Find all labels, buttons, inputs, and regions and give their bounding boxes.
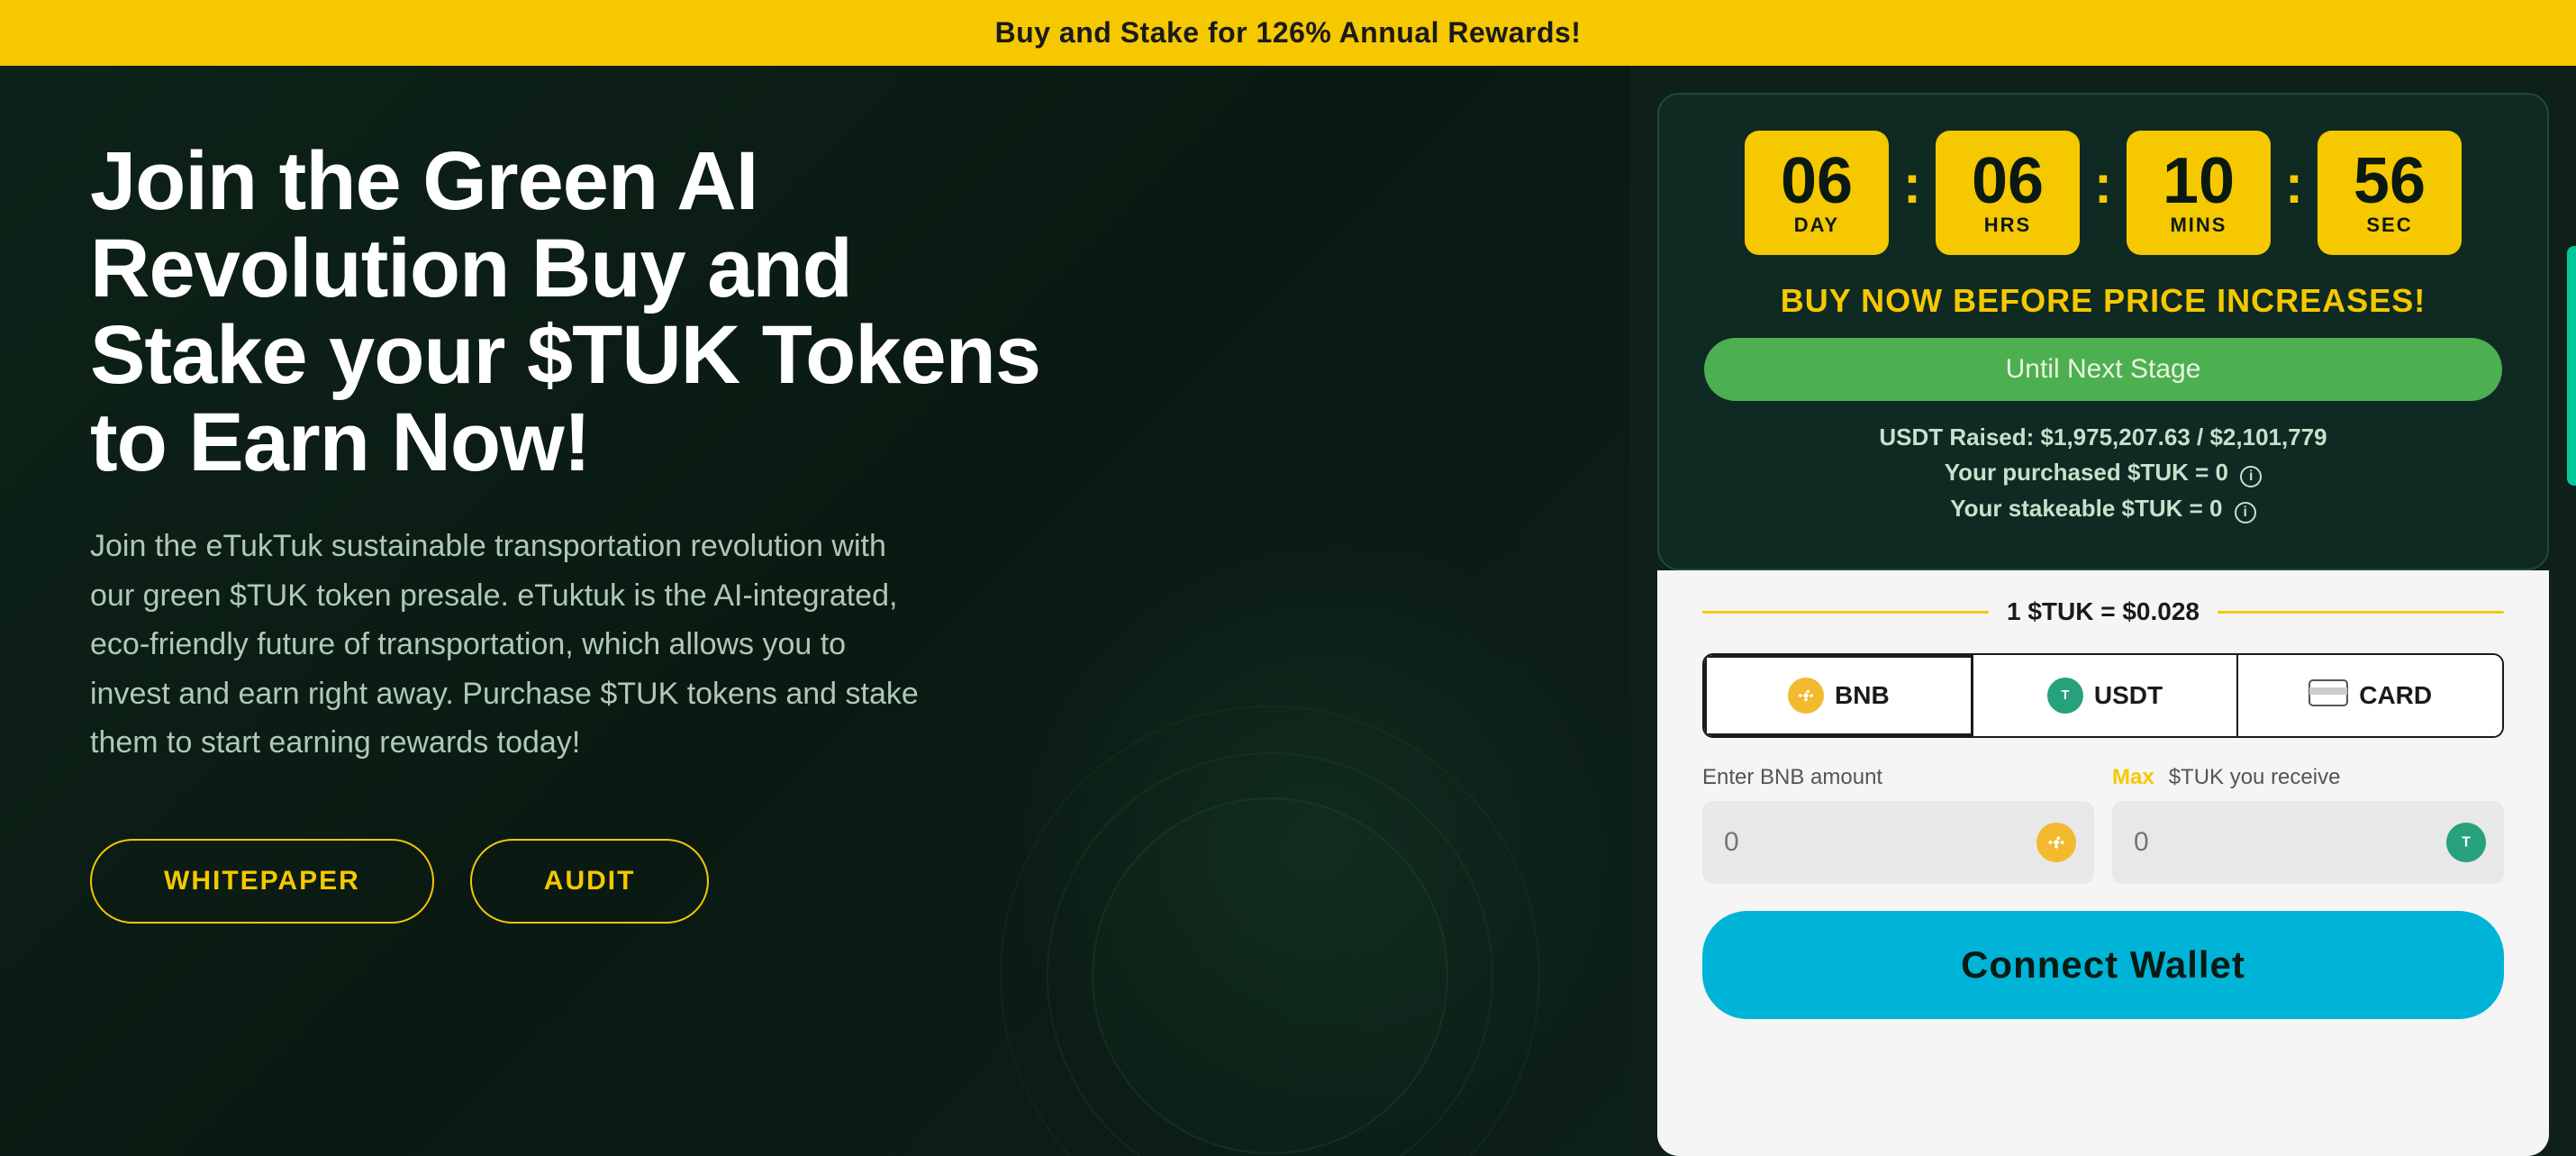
bnb-input-icon [2036,823,2076,862]
countdown-secs-number: 56 [2343,149,2436,214]
input-labels-row: Enter BNB amount Max $TUK you receive [1702,765,2504,790]
hero-title: Join the Green AI Revolution Buy and Sta… [90,138,1081,486]
audit-button[interactable]: AUDIT [470,839,710,924]
connect-wallet-button[interactable]: Connect Wallet [1702,911,2504,1019]
countdown-row: 06 DAY : 06 HRS : 10 MINS : 56 SEC [1704,131,2502,255]
countdown-days-label: DAY [1794,214,1839,236]
until-next-stage-bar: Until Next Stage [1704,338,2502,401]
tab-bnb-label: BNB [1835,681,1890,710]
countdown-mins: 10 MINS [2127,131,2271,255]
tuk-input-field: T [2112,801,2504,884]
tab-usdt[interactable]: T USDT [1973,655,2239,736]
hero-description: Join the eTukTuk sustainable transportat… [90,522,919,767]
banner-text: Buy and Stake for 126% Annual Rewards! [995,16,1582,49]
countdown-days: 06 DAY [1745,131,1889,255]
tuk-amount-input[interactable] [2134,827,2446,858]
tab-card-label: CARD [2359,681,2432,710]
countdown-hours-label: HRS [1984,214,2031,236]
countdown-secs-label: SEC [2366,214,2412,236]
price-text: 1 $TUK = $0.028 [2007,597,2200,626]
countdown-mins-label: MINS [2170,214,2227,236]
price-line-bar-right [2218,611,2504,614]
svg-text:T: T [2462,835,2471,851]
sign-up-tab[interactable]: Sign Up Now! [2567,246,2576,486]
tuk-input-label-row: Max $TUK you receive [2112,765,2504,790]
tab-card[interactable]: CARD [2238,655,2502,736]
countdown-sep-2: : [2094,153,2112,215]
countdown-sep-1: : [1903,153,1921,215]
usdt-raised: USDT Raised: $1,975,207.63 / $2,101,779 [1704,423,2502,451]
tab-usdt-label: USDT [2094,681,2163,710]
input-row: T [1702,801,2504,884]
tab-bnb[interactable]: BNB [1704,655,1973,736]
tuk-input-icon: T [2446,823,2486,862]
payment-tabs: BNB T USDT [1702,653,2504,738]
whitepaper-button[interactable]: WHITEPAPER [90,839,434,924]
stats-area: USDT Raised: $1,975,207.63 / $2,101,779 … [1704,423,2502,523]
stakeable-tuk-info-icon[interactable]: i [2235,502,2256,523]
countdown-days-number: 06 [1770,149,1864,214]
bnb-icon [1788,678,1824,714]
countdown-hours: 06 HRS [1936,131,2080,255]
top-banner: Buy and Stake for 126% Annual Rewards! [0,0,2576,66]
countdown-mins-number: 10 [2152,149,2245,214]
price-line: 1 $TUK = $0.028 [1702,597,2504,626]
main-content: Join the Green AI Revolution Buy and Sta… [0,66,2576,1156]
usdt-icon: T [2047,678,2083,714]
max-label[interactable]: Max [2112,765,2154,790]
card-icon [2308,679,2348,713]
left-section: Join the Green AI Revolution Buy and Sta… [0,66,1630,1156]
widget-lower: 1 $TUK = $0.028 [1657,570,2549,1156]
bnb-input-label: Enter BNB amount [1702,765,2094,790]
countdown-secs: 56 SEC [2317,131,2462,255]
price-line-bar-left [1702,611,1989,614]
stakeable-tuk: Your stakeable $TUK = 0 i [1704,495,2502,523]
widget-upper: 06 DAY : 06 HRS : 10 MINS : 56 SEC [1657,93,2549,570]
countdown-sep-3: : [2285,153,2303,215]
tuk-receive-label: $TUK you receive [2169,765,2341,790]
bnb-amount-input[interactable] [1724,827,2036,858]
bnb-input-field [1702,801,2094,884]
bg-dial-decoration [1000,705,1540,1156]
purchased-tuk-info-icon[interactable]: i [2240,466,2262,487]
right-section: Sign Up Now! 06 DAY : 06 HRS : 10 MINS [1630,66,2576,1156]
countdown-hours-number: 06 [1961,149,2054,214]
purchased-tuk: Your purchased $TUK = 0 i [1704,459,2502,487]
svg-text:T: T [2061,688,2069,703]
buy-now-text: BUY NOW BEFORE PRICE INCREASES! [1704,282,2502,320]
